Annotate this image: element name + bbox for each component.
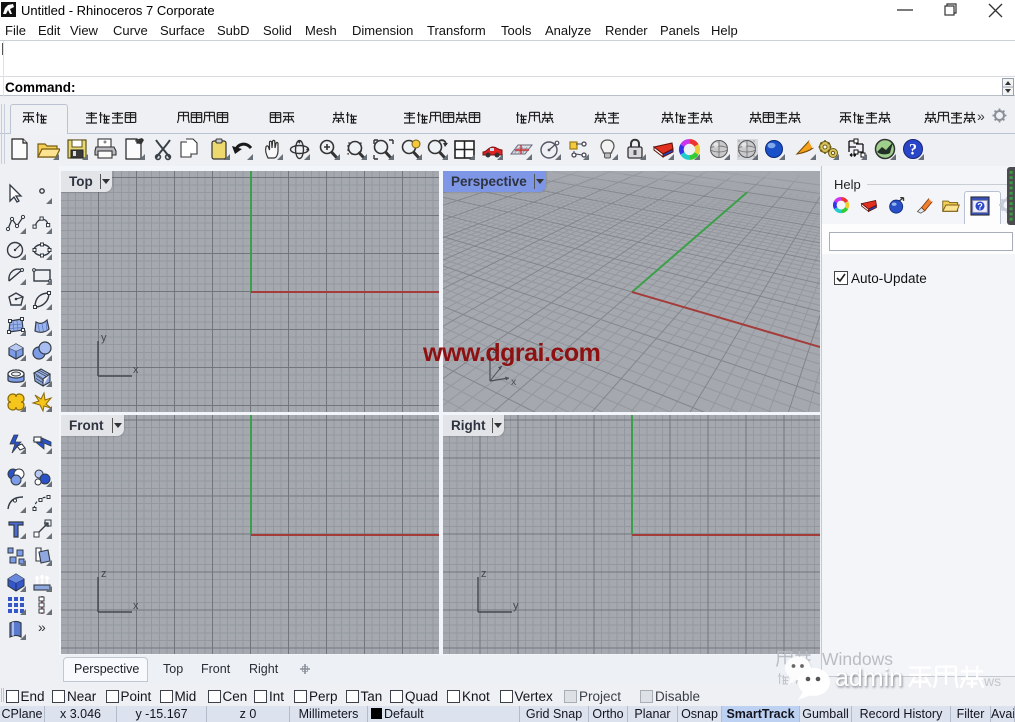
- svg-text:x: x: [133, 364, 139, 376]
- svg-text:x: x: [511, 376, 517, 388]
- svg-text:?: ?: [909, 142, 917, 159]
- svg-text:?: ?: [977, 202, 983, 212]
- svg-text:y: y: [513, 600, 519, 612]
- svg-text:z: z: [481, 568, 487, 580]
- svg-text:x: x: [133, 600, 139, 612]
- svg-text:y: y: [101, 332, 107, 344]
- svg-text:z: z: [101, 568, 107, 580]
